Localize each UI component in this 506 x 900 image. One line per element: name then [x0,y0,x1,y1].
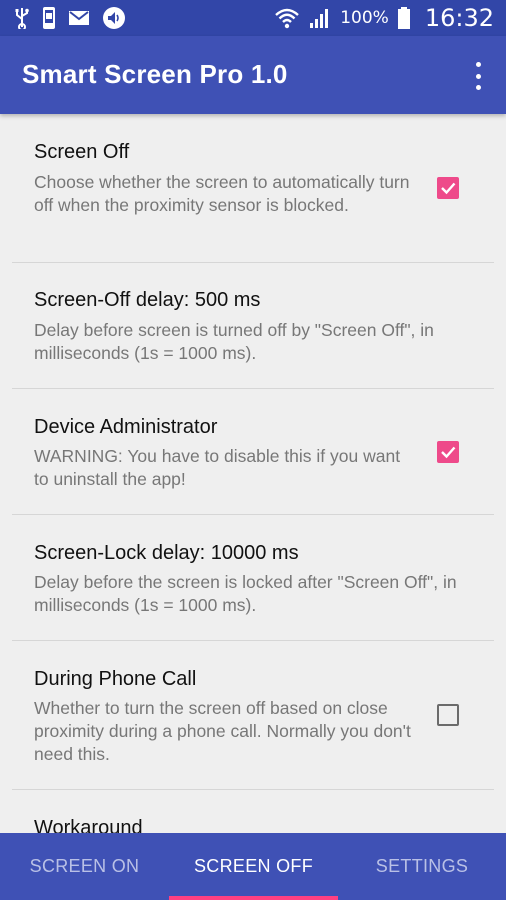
pref-title: Screen Off [34,141,130,163]
signal-icon [308,6,332,30]
check-icon [441,446,456,459]
pref-title: Screen-Lock delay: 10000 ms [34,542,299,564]
check-icon [441,182,456,195]
battery-icon [397,6,411,30]
tab-screen-on[interactable]: SCREEN ON [0,833,169,900]
pref-device-administrator[interactable]: Device Administrator WARNING: You have t… [12,389,494,515]
pref-summary: WARNING: You have to disable this if you… [34,446,401,489]
gmail-icon [68,10,90,26]
pref-screen-lock-delay[interactable]: Screen-Lock delay: 10000 ms Delay before… [12,515,494,641]
pref-during-phone-call[interactable]: During Phone Call Whether to turn the sc… [12,641,494,790]
pref-summary: Delay before screen is turned off by "Sc… [34,320,434,363]
tab-indicator [169,896,338,900]
pref-title: Workaround [34,817,143,833]
pref-summary: Choose whether the screen to automatical… [34,172,410,215]
pref-summary: Delay before the screen is locked after … [34,572,457,615]
tab-bar: SCREEN ON SCREEN OFF SETTINGS [0,833,506,900]
pref-title: During Phone Call [34,668,197,690]
pref-title: Screen-Off delay: 500 ms [34,289,261,311]
phone-icon [42,6,56,30]
pref-workaround[interactable]: Workaround [12,790,494,833]
status-bar-notifications [14,6,126,30]
app-bar: Smart Screen Pro 1.0 [0,36,506,114]
status-bar-system: 100% 16:32 [274,4,494,32]
tab-screen-off[interactable]: SCREEN OFF [169,833,338,900]
volume-icon [102,6,126,30]
usb-icon [14,7,30,29]
during-phone-call-checkbox[interactable] [437,704,459,726]
screen-off-checkbox[interactable] [437,177,459,199]
pref-summary: Whether to turn the screen off based on … [34,698,411,764]
pref-screen-off[interactable]: Screen Off Choose whether the screen to … [12,114,494,263]
preferences-list: Screen Off Choose whether the screen to … [0,114,506,833]
status-bar: 100% 16:32 [0,0,506,36]
device-admin-checkbox[interactable] [437,441,459,463]
more-vert-icon[interactable] [468,62,488,90]
clock: 16:32 [424,4,494,32]
app-title: Smart Screen Pro 1.0 [22,59,288,89]
wifi-icon [274,7,300,29]
pref-screen-off-delay[interactable]: Screen-Off delay: 500 ms Delay before sc… [12,263,494,389]
tab-settings[interactable]: SETTINGS [338,833,506,900]
battery-percent: 100% [340,8,389,28]
pref-title: Device Administrator [34,416,218,438]
